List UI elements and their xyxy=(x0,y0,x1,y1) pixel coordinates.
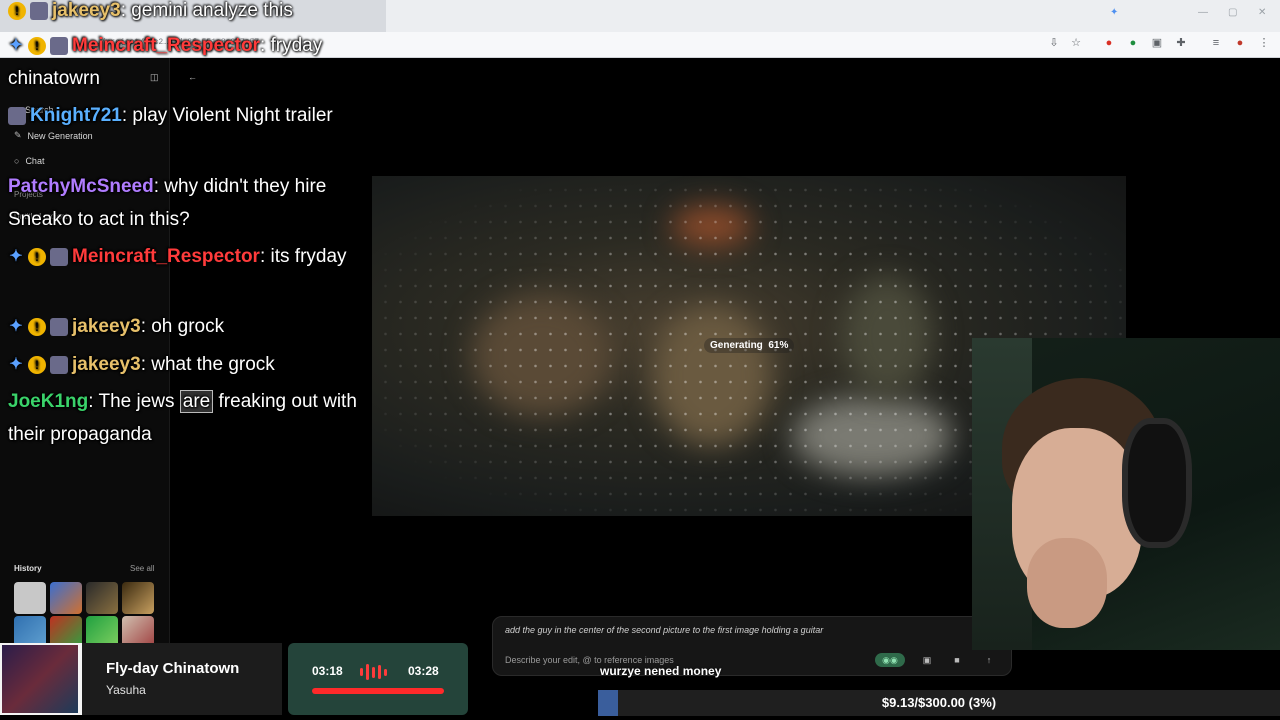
total-time: 03:28 xyxy=(408,664,439,678)
badge-icon xyxy=(30,1,48,20)
video-icon[interactable]: ■ xyxy=(949,653,965,667)
webcam-feed xyxy=(972,338,1280,650)
history-heading: History xyxy=(14,564,42,573)
maximize-icon[interactable]: ▢ xyxy=(1228,7,1237,18)
chat-message: ✦! jakeey3: oh grock xyxy=(9,316,225,337)
playback-progress xyxy=(312,688,444,694)
avatar[interactable]: ● xyxy=(1232,35,1248,51)
donation-goal-bar: $9.13/$300.00 (3%) xyxy=(598,690,1280,716)
badge-icon: ! xyxy=(28,36,46,55)
minimize-icon[interactable]: — xyxy=(1198,7,1208,18)
generating-status: Generating 61% xyxy=(704,338,795,353)
extension-green-icon[interactable]: ● xyxy=(1125,35,1141,51)
sword-icon: ✦ xyxy=(9,355,23,373)
song-title: Fly-day Chinatown xyxy=(106,660,240,677)
extension-icon[interactable]: ▣ xyxy=(1149,35,1165,51)
sword-icon: ✦ xyxy=(9,317,23,335)
badge-icon xyxy=(50,247,68,266)
chat-message: ! jakeey3: gemini analyze this xyxy=(8,0,358,27)
history-thumbnail[interactable] xyxy=(86,582,118,614)
chat-message: chinatowrn xyxy=(8,68,100,89)
see-all-link[interactable]: See all xyxy=(130,564,154,573)
extension-red-icon[interactable]: ● xyxy=(1101,35,1117,51)
sword-icon: ✦ xyxy=(9,247,23,265)
badge-icon: ! xyxy=(28,247,46,266)
chat-message: ✦! jakeey3: what the grock xyxy=(9,354,275,375)
menu-kebab-icon[interactable]: ⋮ xyxy=(1256,35,1272,51)
sword-icon: ✦ xyxy=(9,36,23,54)
prompt-text[interactable]: add the guy in the center of the second … xyxy=(505,625,823,635)
sparkle-icon[interactable]: ✦ xyxy=(1110,7,1118,18)
puzzle-icon[interactable]: ✚ xyxy=(1173,35,1189,51)
badge-icon xyxy=(8,106,26,125)
song-artist: Yasuha xyxy=(106,683,146,697)
install-icon[interactable]: ⇩ xyxy=(1046,35,1062,51)
model-toggle-icon[interactable]: ◉◉ xyxy=(875,653,905,667)
badge-icon xyxy=(50,36,68,55)
audio-wave-icon xyxy=(360,664,396,680)
badge-icon: ! xyxy=(28,355,46,374)
chat-message: JoeK1ng: The jews are freaking out with … xyxy=(8,390,357,445)
history-thumbnail[interactable] xyxy=(14,582,46,614)
badge-icon: ! xyxy=(28,317,46,336)
album-art xyxy=(2,645,78,713)
prompt-box[interactable]: add the guy in the center of the second … xyxy=(492,616,1012,676)
chat-message: ✦! Meincraft_Respector: its fryday xyxy=(9,246,347,267)
chat-icon: ○ xyxy=(14,156,20,166)
image-icon[interactable]: ▣ xyxy=(919,653,935,667)
donation-goal-label: $9.13/$300.00 (3%) xyxy=(881,695,997,710)
history-thumbnail[interactable] xyxy=(50,582,82,614)
send-arrow-icon[interactable]: ↑ xyxy=(981,653,997,667)
bookmark-star-icon[interactable]: ☆ xyxy=(1068,35,1084,51)
history-thumbnail[interactable] xyxy=(122,582,154,614)
chat-message: ✦! Meincraft_Respector: fryday xyxy=(9,35,323,56)
now-playing-widget xyxy=(0,643,282,715)
badge-icon xyxy=(50,317,68,336)
chat-message: PatchyMcSneed: why didn't they hire Snea… xyxy=(8,176,327,230)
sidebar-item-chat[interactable]: ○ Chat xyxy=(14,156,44,166)
current-time: 03:18 xyxy=(312,664,343,678)
live-caption: wurzye nened money xyxy=(600,664,722,678)
chat-message: Knight721: play Violent Night trailer xyxy=(8,99,358,132)
badge-icon: ! xyxy=(8,1,26,20)
media-icon[interactable]: ≡ xyxy=(1208,35,1224,51)
close-icon[interactable]: ✕ xyxy=(1258,7,1266,18)
badge-icon xyxy=(50,355,68,374)
headphones xyxy=(1122,418,1192,548)
